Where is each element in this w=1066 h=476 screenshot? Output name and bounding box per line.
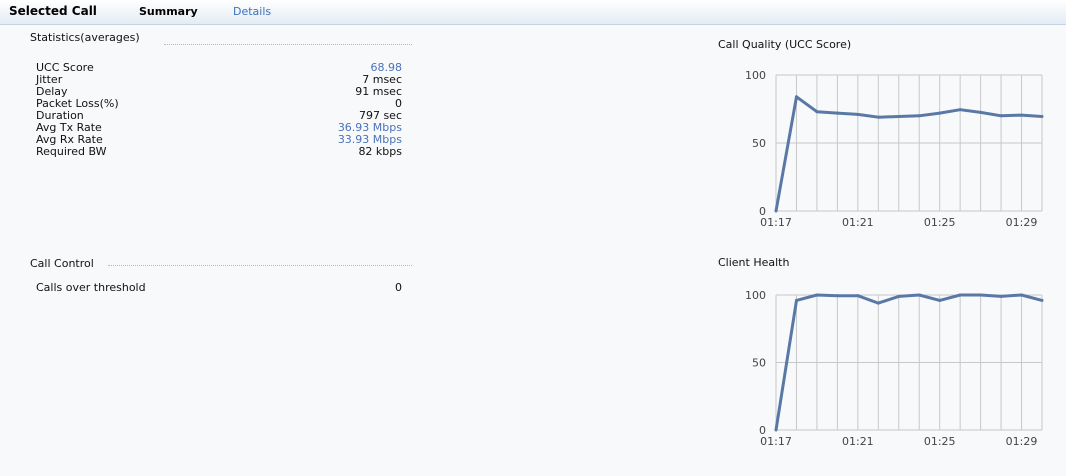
data-point [835, 294, 839, 298]
x-tick-label: 01:17 [760, 435, 792, 448]
client-health-chart: 05010001:17 01:21 01:25 01:29 [745, 289, 1044, 448]
x-tick-label: 01:29 [1006, 435, 1038, 448]
data-point [774, 428, 778, 432]
data-point [876, 301, 880, 305]
data-point [958, 293, 962, 297]
data-point [1040, 298, 1044, 302]
data-point [917, 293, 921, 297]
data-point [856, 294, 860, 298]
data-point [897, 294, 901, 298]
data-point [1020, 293, 1024, 297]
data-point [815, 293, 819, 297]
data-point [979, 293, 983, 297]
y-tick-label: 100 [745, 289, 766, 302]
y-tick-label: 50 [752, 357, 766, 370]
data-point [794, 298, 798, 302]
x-tick-label: 01:25 [924, 435, 956, 448]
x-tick-label: 01:21 [842, 435, 874, 448]
data-point [938, 298, 942, 302]
data-point [999, 294, 1003, 298]
